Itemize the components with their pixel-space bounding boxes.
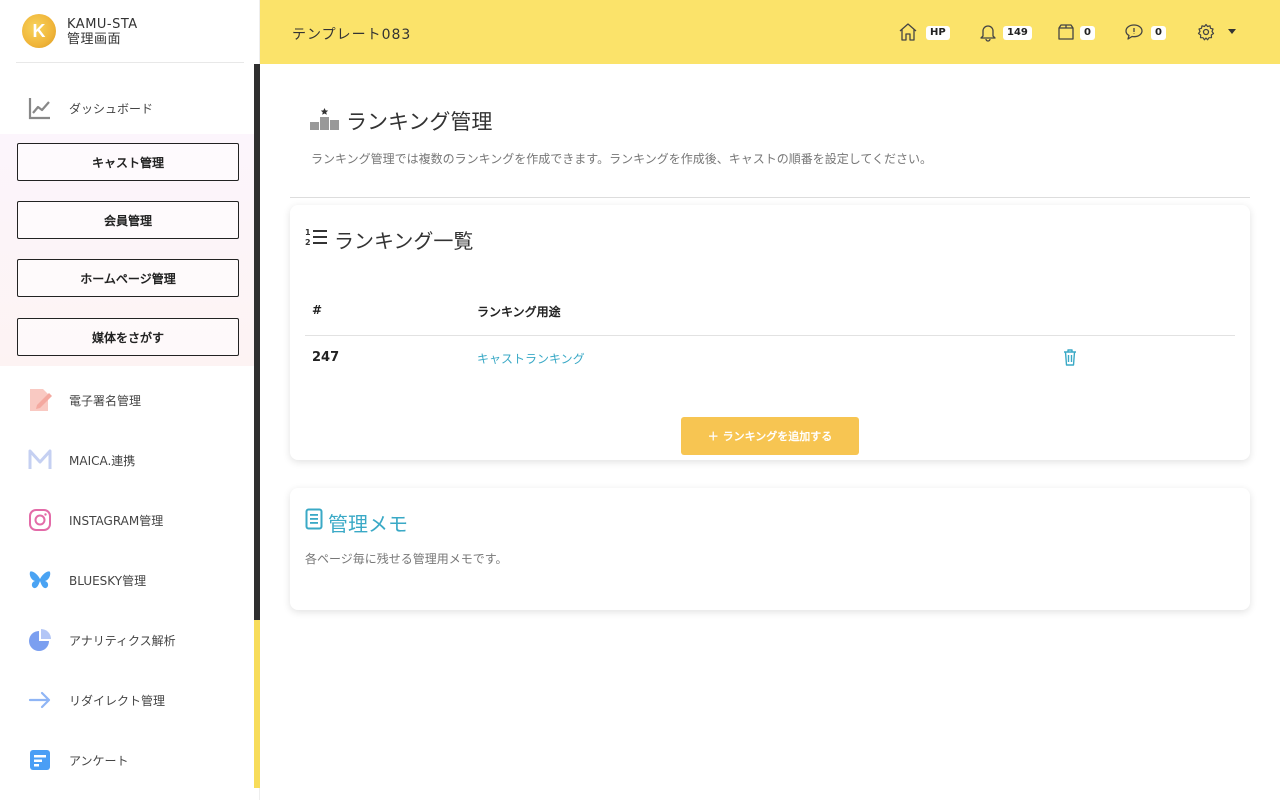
find-media-button[interactable]: 媒体をさがす <box>17 318 239 356</box>
sidebar-item-label: アンケート <box>69 753 129 768</box>
brand-name: KAMU-STA <box>67 17 138 32</box>
maica-m-icon <box>28 449 52 469</box>
chevron-down-icon[interactable] <box>1228 29 1236 34</box>
top-bar: テンプレート083 HP 149 0 0 <box>260 0 1280 64</box>
document-icon <box>305 508 323 530</box>
svg-text:1: 1 <box>305 228 311 237</box>
column-header-id: # <box>312 303 323 317</box>
home-icon[interactable] <box>898 22 918 42</box>
sidebar: K KAMU-STA 管理画面 ダッシュボード キャスト管理 会員管理 ホームペ… <box>0 0 260 800</box>
sidebar-scrollbar-thumb[interactable] <box>254 620 260 788</box>
arrow-right-icon <box>28 691 51 709</box>
ordered-list-icon: 1 2 <box>305 228 327 247</box>
sidebar-item-maica[interactable]: MAICA.連携 <box>0 430 254 490</box>
logo-icon: K <box>22 14 56 48</box>
sidebar-item-label: INSTAGRAM管理 <box>69 513 164 528</box>
brand-subtitle: 管理画面 <box>67 32 122 47</box>
svg-text:2: 2 <box>305 238 311 247</box>
bell-icon[interactable] <box>978 22 998 42</box>
sidebar-item-label: 電子署名管理 <box>69 393 142 408</box>
cast-management-button[interactable]: キャスト管理 <box>17 143 239 181</box>
sidebar-item-label: BLUESKY管理 <box>69 573 147 588</box>
homepage-management-button[interactable]: ホームページ管理 <box>17 259 239 297</box>
sidebar-item-redirect[interactable]: リダイレクト管理 <box>0 670 254 730</box>
brand-text: KAMU-STA 管理画面 <box>67 17 138 47</box>
page-title: ランキング管理 <box>346 110 493 134</box>
column-header-purpose: ランキング用途 <box>477 305 561 319</box>
ranking-list-title: ランキング一覧 <box>334 229 474 253</box>
sidebar-item-analytics[interactable]: アナリティクス解析 <box>0 610 254 670</box>
pie-chart-icon <box>29 629 51 651</box>
signature-icon <box>30 389 52 411</box>
table-divider <box>305 335 1235 336</box>
butterfly-icon <box>29 571 51 589</box>
ranking-purpose-link[interactable]: キャストランキング <box>477 350 585 367</box>
sidebar-item-dashboard[interactable]: ダッシュボード <box>0 78 254 138</box>
sidebar-item-label: ダッシュボード <box>69 101 154 116</box>
member-management-button[interactable]: 会員管理 <box>17 201 239 239</box>
memo-card: 管理メモ 各ページ毎に残せる管理用メモです。 <box>290 488 1250 610</box>
ranking-list-card: 1 2 ランキング一覧 # ランキング用途 247 キャストランキング ＋ ラン… <box>290 205 1250 460</box>
memo-description: 各ページ毎に残せる管理用メモです。 <box>305 552 508 566</box>
sidebar-item-signature[interactable]: 電子署名管理 <box>0 370 254 430</box>
survey-icon <box>30 750 50 770</box>
line-chart-icon <box>28 98 50 120</box>
add-ranking-button[interactable]: ＋ ランキングを追加する <box>681 417 859 455</box>
instagram-icon <box>29 509 51 531</box>
sidebar-item-label: アナリティクス解析 <box>69 633 176 648</box>
gear-icon[interactable] <box>1196 22 1216 42</box>
trash-icon[interactable] <box>1060 347 1080 367</box>
brand[interactable]: K KAMU-STA 管理画面 <box>0 0 260 64</box>
memo-title: 管理メモ <box>328 512 408 536</box>
box-icon[interactable] <box>1056 22 1076 42</box>
hp-badge[interactable]: HP <box>926 26 950 40</box>
chat-icon[interactable] <box>1124 22 1144 42</box>
sidebar-item-label: リダイレクト管理 <box>69 693 166 708</box>
divider <box>16 62 244 63</box>
page-description: ランキング管理では複数のランキングを作成できます。ランキングを作成後、キャストの… <box>311 152 933 166</box>
podium-icon <box>310 108 339 130</box>
box-count-badge: 0 <box>1080 26 1095 40</box>
ranking-id: 247 <box>312 350 340 365</box>
sidebar-item-survey[interactable]: アンケート <box>0 730 254 790</box>
sidebar-item-bluesky[interactable]: BLUESKY管理 <box>0 550 254 610</box>
sidebar-item-instagram[interactable]: INSTAGRAM管理 <box>0 490 254 550</box>
message-count-badge: 0 <box>1151 26 1166 40</box>
site-title: テンプレート083 <box>292 27 412 43</box>
sidebar-group: キャスト管理 会員管理 ホームページ管理 媒体をさがす <box>0 134 254 366</box>
page-header: ランキング管理 ランキング管理では複数のランキングを作成できます。ランキングを作… <box>290 64 1250 198</box>
sidebar-item-label: MAICA.連携 <box>69 453 136 468</box>
notification-count-badge: 149 <box>1003 26 1032 40</box>
